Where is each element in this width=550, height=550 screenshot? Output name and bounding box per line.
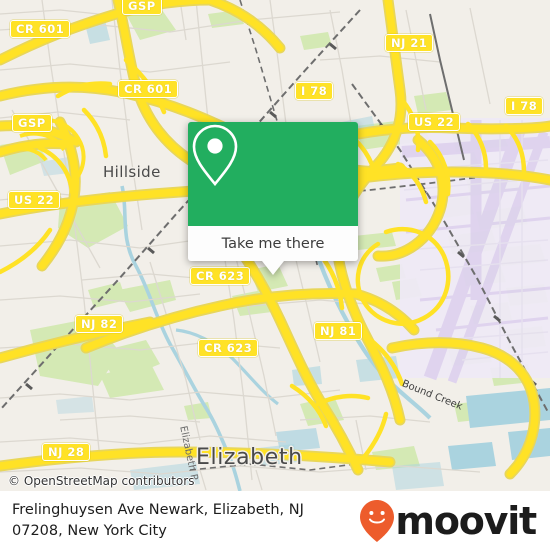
highway-shield: NJ 82 [75, 315, 124, 334]
highway-shield: CR 623 [198, 339, 259, 358]
address-text: Frelinghuysen Ave Newark, Elizabeth, NJ … [12, 501, 304, 539]
popup-pointer [262, 261, 284, 275]
highway-shield: NJ 28 [42, 443, 91, 462]
map-popup[interactable]: Take me there [188, 122, 358, 275]
moovit-logo[interactable]: moovit [359, 499, 550, 543]
highway-shield: GSP [122, 0, 162, 16]
highway-shield: US 22 [8, 191, 61, 210]
highway-shield: I 78 [505, 97, 544, 116]
take-me-there-button[interactable]: Take me there [188, 226, 358, 261]
moovit-pin-icon [360, 499, 395, 542]
highway-shield: I 78 [295, 82, 334, 101]
highway-shield: US 22 [408, 113, 461, 132]
map-screenshot: GSP CR 601 CR 601 GSP US 22 NJ 21 I 78 US 22 I 7… [0, 0, 550, 550]
highway-shield: CR 623 [190, 267, 251, 286]
highway-shield: GSP [12, 114, 52, 133]
moovit-wordmark: moovit [395, 498, 537, 543]
footer-bar: Frelinghuysen Ave Newark, Elizabeth, NJ … [0, 491, 550, 550]
highway-shield: CR 601 [10, 20, 71, 39]
map-canvas[interactable]: GSP CR 601 CR 601 GSP US 22 NJ 21 I 78 US 22 I 7… [0, 0, 550, 491]
popup-header [188, 122, 358, 226]
highway-shield: NJ 21 [385, 34, 434, 53]
highway-shield: CR 601 [118, 80, 179, 99]
highway-shield: NJ 81 [314, 322, 363, 341]
map-pin-icon [192, 124, 238, 187]
osm-attribution[interactable]: © OpenStreetMap contributors [8, 474, 194, 488]
